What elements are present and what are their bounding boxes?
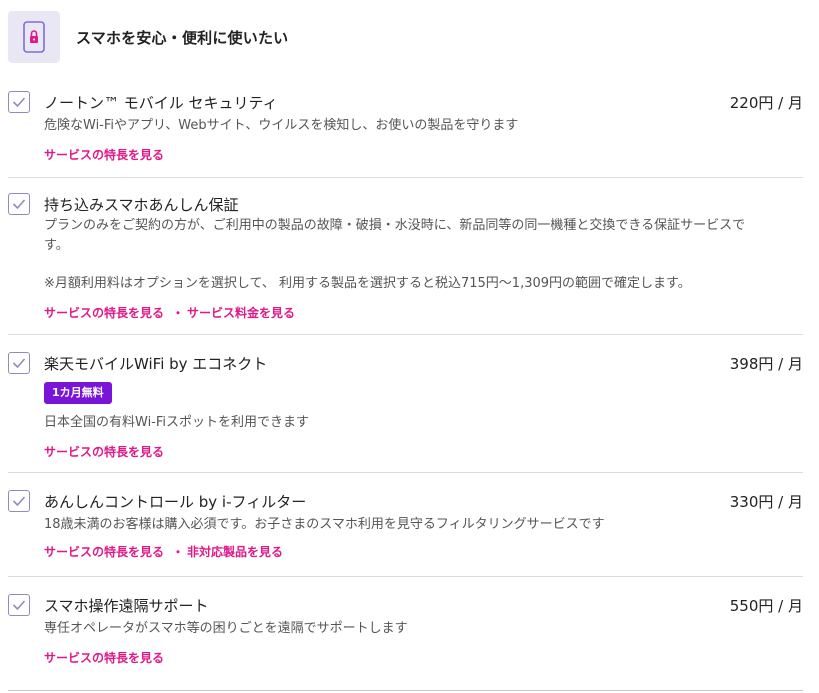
option-list: ノートン™ モバイル セキュリティ 220円 / 月 危険なWi-Fiやアプリ、… <box>8 74 803 691</box>
option-description: 日本全国の有料Wi-Fiスポットを利用できます <box>44 415 310 430</box>
option-description-line-2: す。 <box>44 238 69 253</box>
option-description: 18歳未満のお客様は購入必須です。お子さまのスマホ利用を見守るフィルタリングサー… <box>44 517 605 532</box>
option-price: 398円 / 月 <box>729 355 803 373</box>
check-icon <box>12 600 26 611</box>
option-name: 楽天モバイルWiFi by エコネクト <box>44 355 268 373</box>
feature-link[interactable]: サービスの特長を見る <box>44 306 164 320</box>
check-icon <box>12 358 26 369</box>
check-icon <box>12 496 26 507</box>
option-price: 550円 / 月 <box>729 597 803 615</box>
free-trial-badge: 1カ月無料 <box>44 382 112 404</box>
link-separator: ・ <box>172 545 185 559</box>
fee-link[interactable]: サービス料金を見る <box>187 306 295 320</box>
section-header: スマホを安心・便利に使いたい <box>8 10 288 64</box>
section-title: スマホを安心・便利に使いたい <box>76 28 289 47</box>
option-checkbox-filter[interactable] <box>8 490 30 512</box>
option-name: ノートン™ モバイル セキュリティ <box>44 94 278 112</box>
option-name: スマホ操作遠隔サポート <box>44 597 209 615</box>
option-item-norton: ノートン™ モバイル セキュリティ 220円 / 月 危険なWi-Fiやアプリ、… <box>8 74 803 178</box>
option-checkbox-remote-support[interactable] <box>8 594 30 616</box>
option-price-note: ※月額利用料はオプションを選択して、 利用する製品を選択すると税込715円～1,… <box>44 276 691 291</box>
unsupported-devices-link[interactable]: 非対応製品を見る <box>187 545 283 559</box>
option-links: サービスの特長を見る・サービス料金を見る <box>44 304 295 321</box>
feature-link[interactable]: サービスの特長を見る <box>44 445 164 459</box>
option-name: 持ち込みスマホあんしん保証 <box>44 196 239 214</box>
check-icon <box>12 199 26 210</box>
option-description: 専任オペレータがスマホ等の困りごとを遠隔でサポートします <box>44 621 408 636</box>
option-price: 220円 / 月 <box>729 94 803 112</box>
feature-link[interactable]: サービスの特長を見る <box>44 545 164 559</box>
option-item-remote-support: スマホ操作遠隔サポート 550円 / 月 専任オペレータがスマホ等の困りごとを遠… <box>8 577 803 691</box>
option-checkbox-device-warranty[interactable] <box>8 193 30 215</box>
option-item-filter: あんしんコントロール by i-フィルター 330円 / 月 18歳未満のお客様… <box>8 473 803 577</box>
option-links: サービスの特長を見る <box>44 649 164 666</box>
smartphone-lock-icon <box>23 21 45 53</box>
option-checkbox-wifi[interactable] <box>8 352 30 374</box>
option-links: サービスの特長を見る <box>44 443 164 460</box>
option-links: サービスの特長を見る <box>44 146 164 163</box>
option-item-wifi: 楽天モバイルWiFi by エコネクト 398円 / 月 1カ月無料 日本全国の… <box>8 335 803 473</box>
link-separator: ・ <box>172 306 185 320</box>
option-price: 330円 / 月 <box>729 493 803 511</box>
option-description: 危険なWi-Fiやアプリ、Webサイト、ウイルスを検知し、お使いの製品を守ります <box>44 118 519 133</box>
header-icon-box <box>8 11 60 63</box>
option-description-line-1: プランのみをご契約の方が、ご利用中の製品の故障・破損・水没時に、新品同等の同一機… <box>44 218 746 233</box>
option-description: プランのみをご契約の方が、ご利用中の製品の故障・破損・水没時に、新品同等の同一機… <box>44 216 804 256</box>
feature-link[interactable]: サービスの特長を見る <box>44 651 164 665</box>
option-name: あんしんコントロール by i-フィルター <box>44 493 307 511</box>
check-icon <box>12 97 26 108</box>
option-links: サービスの特長を見る・非対応製品を見る <box>44 543 283 560</box>
option-checkbox-norton[interactable] <box>8 91 30 113</box>
option-item-device-warranty: 持ち込みスマホあんしん保証 プランのみをご契約の方が、ご利用中の製品の故障・破損… <box>8 178 803 335</box>
feature-link[interactable]: サービスの特長を見る <box>44 148 164 162</box>
